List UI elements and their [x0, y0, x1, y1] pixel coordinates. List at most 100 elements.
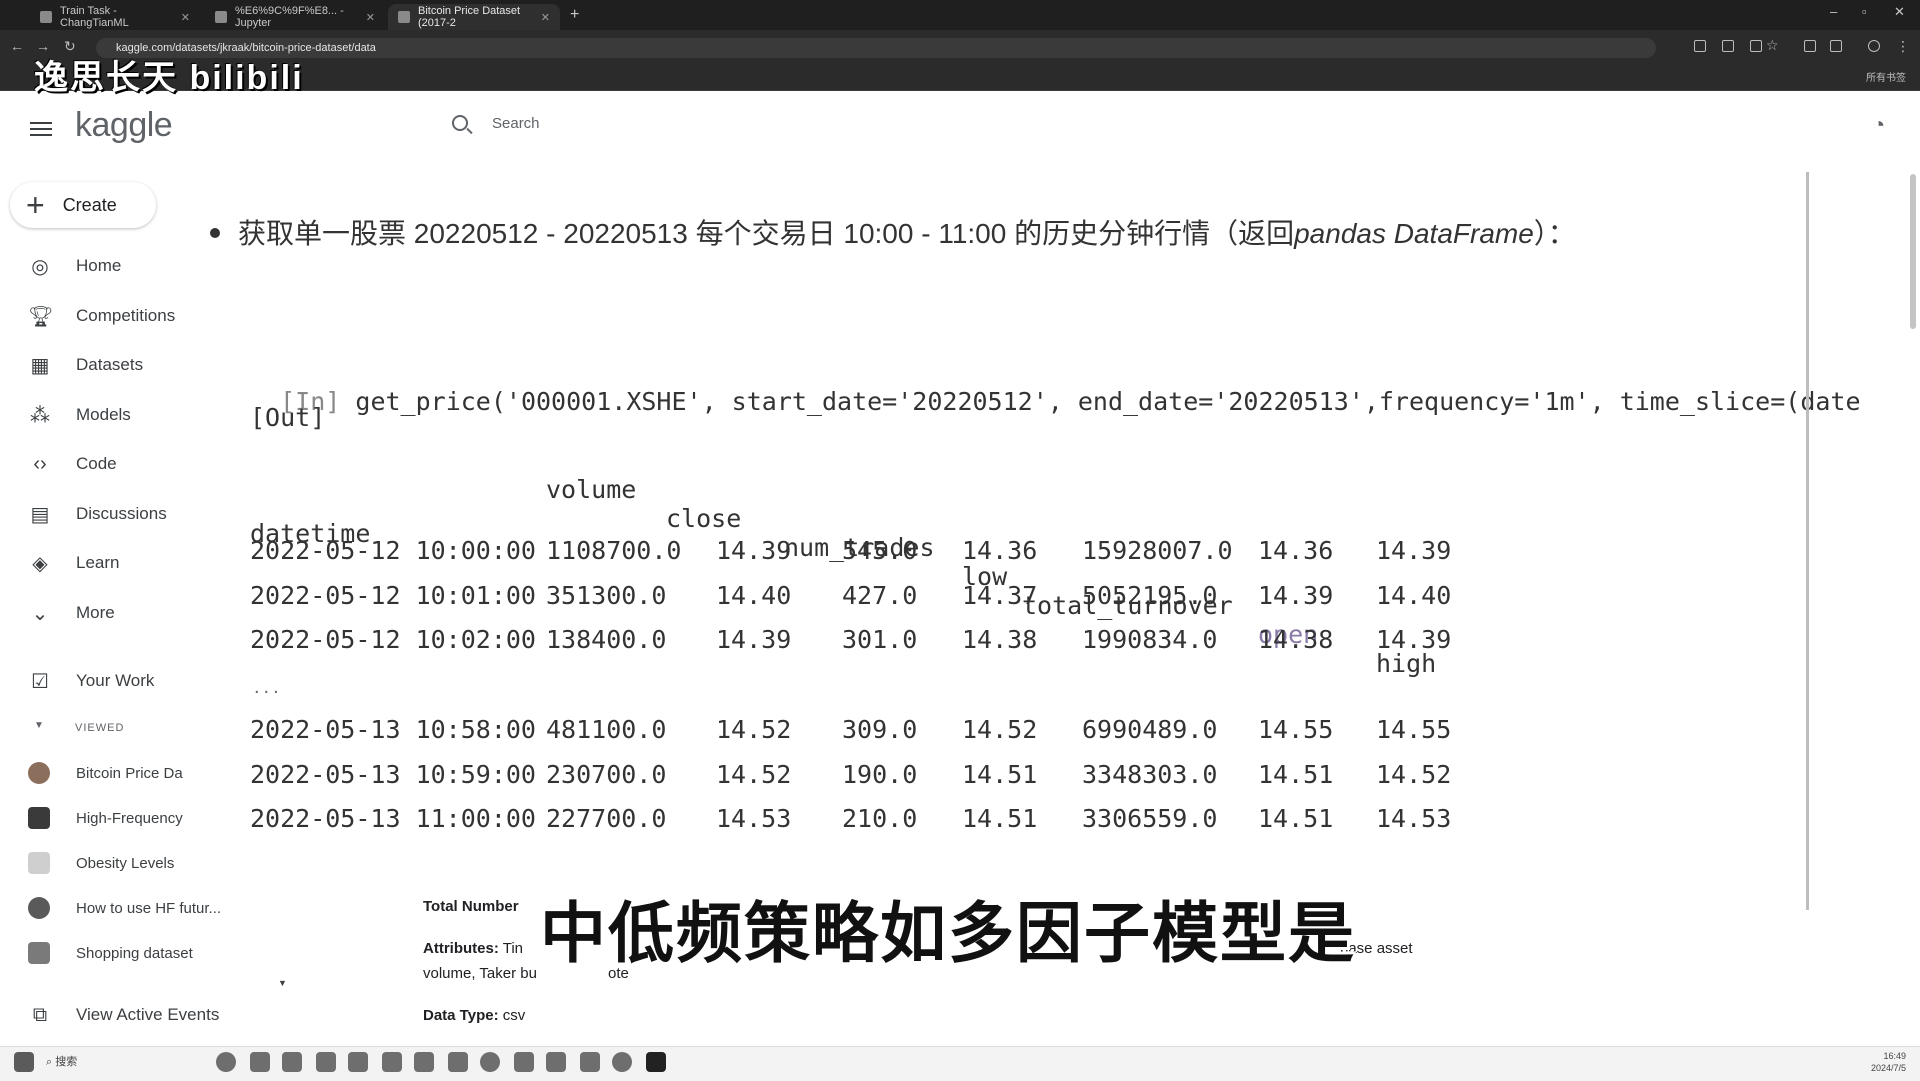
profile-icon[interactable] [1868, 40, 1880, 52]
table-cell: 351300.0 [546, 580, 667, 610]
table-cell: 545.0 [842, 536, 918, 565]
bookmark-star-icon[interactable]: ☆ [1766, 37, 1779, 54]
minimize-icon[interactable]: – [1830, 4, 1837, 19]
slide-scroll-track [1806, 172, 1809, 910]
sidebar-item-label: Competitions [76, 306, 176, 325]
translate-icon[interactable] [1722, 40, 1734, 52]
sidebar-item-label: Datasets [76, 355, 144, 374]
tab-close-icon[interactable]: ✕ [181, 11, 190, 24]
terminal-icon[interactable] [448, 1052, 468, 1072]
sidebar-item-models[interactable]: ⁂ Models [28, 400, 131, 430]
capcut-icon[interactable] [646, 1052, 666, 1072]
data-type-label: Data Type: [423, 1007, 499, 1024]
table-cell: 427.0 [842, 580, 918, 610]
code-out-label: [Out] [250, 403, 326, 432]
taskbar-search[interactable]: ⌕ 搜索 [46, 1053, 198, 1073]
tab-label: Bitcoin Price Dataset (2017-2 [418, 5, 521, 29]
table-cell-datetime: 2022-05-13 10:58:00 [250, 715, 536, 744]
zoom-icon[interactable] [1750, 40, 1762, 52]
data-type-value: csv [502, 1007, 526, 1024]
app-icon[interactable] [546, 1052, 566, 1072]
create-label: Create [62, 194, 117, 215]
compass-icon: ◎ [31, 255, 49, 278]
sidebar-item-home[interactable]: ◎ Home [28, 251, 121, 281]
table-cell: 14.39 [716, 625, 792, 654]
viewed-item[interactable]: How to use HF futur... [28, 896, 221, 920]
viewed-item[interactable]: Obesity Levels [28, 851, 174, 875]
url-field[interactable]: kaggle.com/datasets/jkraak/bitcoin-price… [96, 38, 1656, 58]
sync-icon[interactable] [1830, 40, 1842, 52]
create-button[interactable]: + Create [10, 182, 156, 228]
app-icon[interactable] [414, 1052, 434, 1072]
caret-down-icon[interactable]: ▼ [278, 978, 287, 988]
table-cell: 1108700.0 [546, 536, 682, 565]
table-cell-datetime: 2022-05-12 10:01:00 [250, 580, 536, 610]
scrollbar-thumb[interactable] [1910, 174, 1916, 329]
clock-date: 2024/7/5 [1870, 1063, 1906, 1073]
sidebar-item-learn[interactable]: ◈ Learn [28, 548, 119, 578]
sidebar-item-more[interactable]: ⌄ More [28, 598, 115, 628]
collapse-caret-icon[interactable]: ▼ [34, 720, 44, 731]
sidebar-item-label: Code [76, 454, 117, 473]
table-cell-datetime: 2022-05-13 10:59:00 [250, 759, 536, 789]
all-bookmarks-folder[interactable]: 所有书签 [1866, 69, 1906, 84]
chrome-icon[interactable] [216, 1052, 236, 1072]
app-icon[interactable] [514, 1052, 534, 1072]
app-icon[interactable] [348, 1052, 368, 1072]
sidebar-item-datasets[interactable]: ▦ Datasets [28, 350, 144, 380]
sidebar-item-your-work[interactable]: ☑ Your Work [28, 666, 154, 696]
browser-menu-icon[interactable]: ⋮ [1896, 38, 1910, 55]
sidebar-item-label: Your Work [76, 671, 155, 690]
kaggle-logo[interactable]: kaggle [75, 106, 173, 145]
hamburger-menu-icon[interactable] [30, 118, 52, 140]
table-cell: 230700.0 [546, 759, 667, 789]
browser-tab-train-task[interactable]: Train Task - ChangTianML ✕ [30, 4, 200, 30]
extension-icon[interactable] [1804, 40, 1816, 52]
tab-close-icon[interactable]: ✕ [366, 11, 375, 24]
table-cell: 14.38 [1258, 625, 1334, 654]
column-header: close [666, 504, 742, 533]
app-icon[interactable] [282, 1052, 302, 1072]
notebook-thumbnail-icon [28, 897, 50, 919]
tab-close-icon[interactable]: ✕ [541, 11, 550, 24]
sidebar-item-competitions[interactable]: 🏆︎ Competitions [28, 301, 175, 331]
system-clock[interactable]: 16:49 2024/7/5 [1871, 1050, 1906, 1074]
table-cell-datetime: 2022-05-13 11:00:00 [250, 804, 536, 833]
table-cell: 190.0 [842, 759, 918, 789]
viewed-item-label: Shopping dataset [76, 944, 193, 962]
sidebar-item-label: View Active Events [76, 1005, 220, 1024]
search-input[interactable] [490, 114, 1094, 133]
start-icon[interactable] [14, 1052, 34, 1072]
browser-tab-jupyter[interactable]: %E6%9C%9F%E8... - Jupyter ✕ [205, 4, 385, 30]
table-cell: 14.52 [962, 715, 1038, 744]
app-icon[interactable] [316, 1052, 336, 1072]
viewed-item[interactable]: High-Frequency [28, 806, 183, 830]
table-cell: 3348303.0 [1082, 759, 1218, 789]
app-icon[interactable] [480, 1052, 500, 1072]
viewed-item[interactable]: Bitcoin Price Da [28, 761, 183, 785]
back-icon[interactable]: ← [10, 38, 24, 54]
table-cell: 6990489.0 [1082, 715, 1218, 744]
restore-icon[interactable]: ▫ [1862, 4, 1867, 19]
table-cell: 14.40 [1376, 580, 1452, 610]
new-tab-icon[interactable]: + [570, 6, 579, 24]
table-cell: 14.55 [1258, 715, 1334, 744]
app-icon[interactable] [580, 1052, 600, 1072]
explorer-icon[interactable] [250, 1052, 270, 1072]
dataset-thumbnail-icon [28, 852, 50, 874]
app-icon[interactable] [612, 1052, 632, 1072]
attributes-label: Attributes: [423, 940, 499, 957]
sidebar-item-view-events[interactable]: ⧉ View Active Events [28, 1000, 219, 1030]
avatar[interactable]: ◔ [1872, 112, 1894, 140]
window-close-icon[interactable]: ✕ [1894, 4, 1905, 20]
browser-tab-bitcoin[interactable]: Bitcoin Price Dataset (2017-2 ✕ [388, 4, 560, 30]
app-icon[interactable] [382, 1052, 402, 1072]
cast-icon[interactable] [1694, 40, 1706, 52]
sidebar-item-code[interactable]: ‹› Code [28, 449, 117, 479]
table-cell: 14.52 [716, 715, 792, 744]
sidebar-item-discussions[interactable]: ▤ Discussions [28, 499, 167, 529]
row-ellipsis: ... [254, 676, 283, 698]
viewed-item[interactable]: Shopping dataset [28, 941, 193, 965]
page-scrollbar[interactable] [1906, 172, 1920, 1042]
tab-favicon-icon [40, 11, 52, 23]
